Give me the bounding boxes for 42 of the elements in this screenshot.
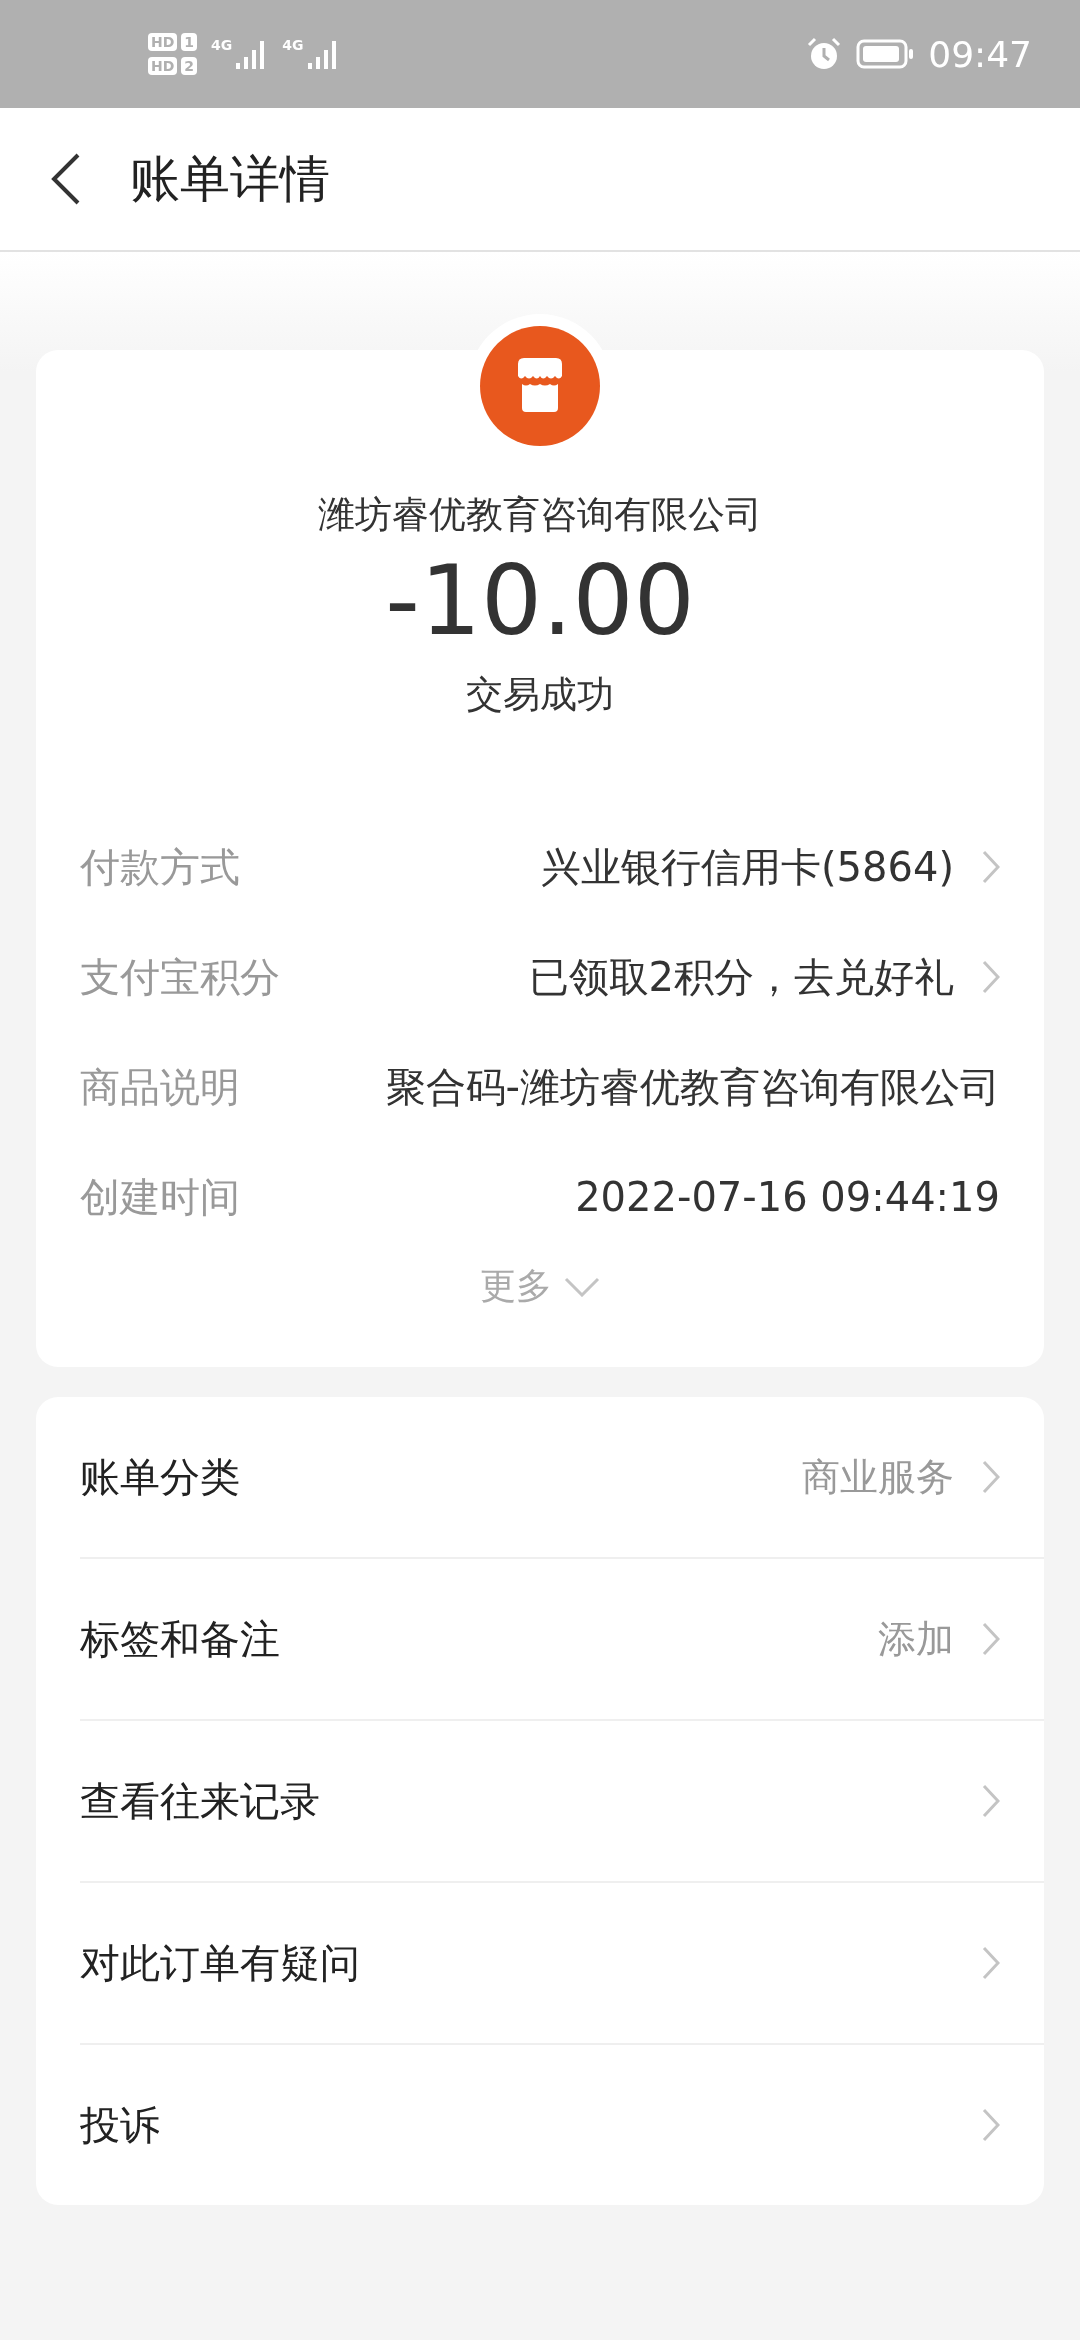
detail-value[interactable]: 已领取2积分，去兑好礼	[528, 949, 954, 1005]
detail-label: 商品说明	[80, 1062, 240, 1112]
clock-time: 09:47	[928, 33, 1032, 75]
chevron-right-icon	[982, 1946, 1000, 1980]
chevron-right-icon	[982, 1622, 1000, 1656]
detail-label: 创建时间	[80, 1172, 240, 1222]
menu-label: 标签和备注	[80, 1614, 280, 1664]
chevron-right-icon	[982, 2108, 1000, 2142]
sim-slot-badge: 1	[181, 33, 198, 51]
alarm-clock-icon	[806, 36, 843, 72]
detail-value: 2022-07-16 09:44:19	[575, 1174, 1000, 1220]
menu-label: 账单分类	[80, 1452, 240, 1502]
menu-item[interactable]: 账单分类 商业服务	[80, 1397, 1044, 1557]
back-icon	[50, 153, 80, 205]
network-type: 4G	[282, 37, 304, 53]
transaction-status: 交易成功	[466, 672, 614, 718]
chevron-right-icon	[982, 1784, 1000, 1818]
menu-label: 对此订单有疑问	[80, 1938, 360, 1988]
chevron-down-icon	[564, 1276, 600, 1297]
menu-item[interactable]: 标签和备注 添加	[80, 1557, 1044, 1719]
menu-value: 商业服务	[802, 1453, 954, 1501]
battery-icon	[856, 39, 915, 69]
menu-item[interactable]: 查看往来记录	[80, 1719, 1044, 1881]
detail-value[interactable]: 兴业银行信用卡(5864)	[541, 839, 954, 895]
chevron-right-icon	[982, 1460, 1000, 1494]
page-title: 账单详情	[130, 148, 330, 210]
detail-label: 支付宝积分	[80, 952, 280, 1002]
detail-value: 聚合码-潍坊睿优教育咨询有限公司	[385, 1062, 1000, 1112]
amount-text: -10.00	[385, 546, 695, 656]
menu-value: 添加	[878, 1615, 954, 1663]
menu-item[interactable]: 对此订单有疑问	[80, 1881, 1044, 2043]
network-type: 4G	[211, 37, 233, 53]
shop-icon	[480, 326, 600, 446]
sim-badge: HD	[148, 57, 178, 75]
menu-label: 投诉	[80, 2100, 160, 2150]
menu-label: 查看往来记录	[80, 1776, 320, 1826]
detail-label: 付款方式	[80, 842, 240, 892]
menu-item[interactable]: 投诉	[80, 2043, 1044, 2205]
sim-badge: HD	[148, 33, 178, 51]
sim-slot-badge: 2	[181, 57, 198, 75]
merchant-name: 潍坊睿优教育咨询有限公司	[318, 492, 762, 538]
back-button[interactable]	[50, 153, 80, 205]
